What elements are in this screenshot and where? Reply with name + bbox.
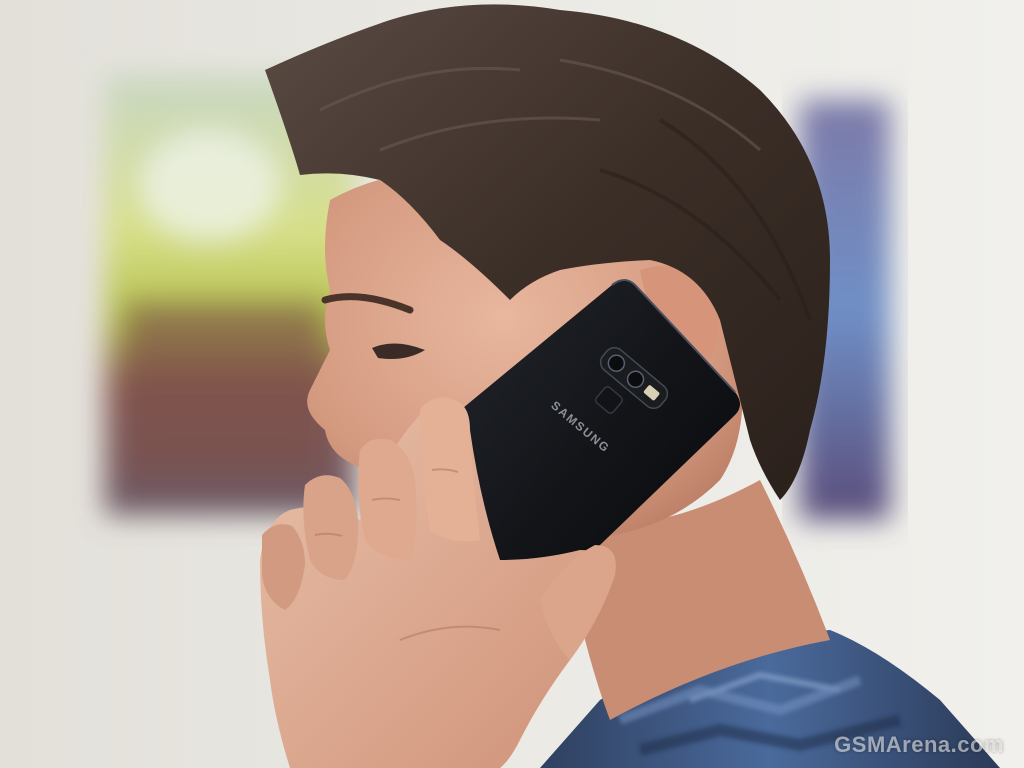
watermark: GSMArena.com <box>834 732 1004 757</box>
photo-scene: SAMSUNG <box>0 0 1024 768</box>
